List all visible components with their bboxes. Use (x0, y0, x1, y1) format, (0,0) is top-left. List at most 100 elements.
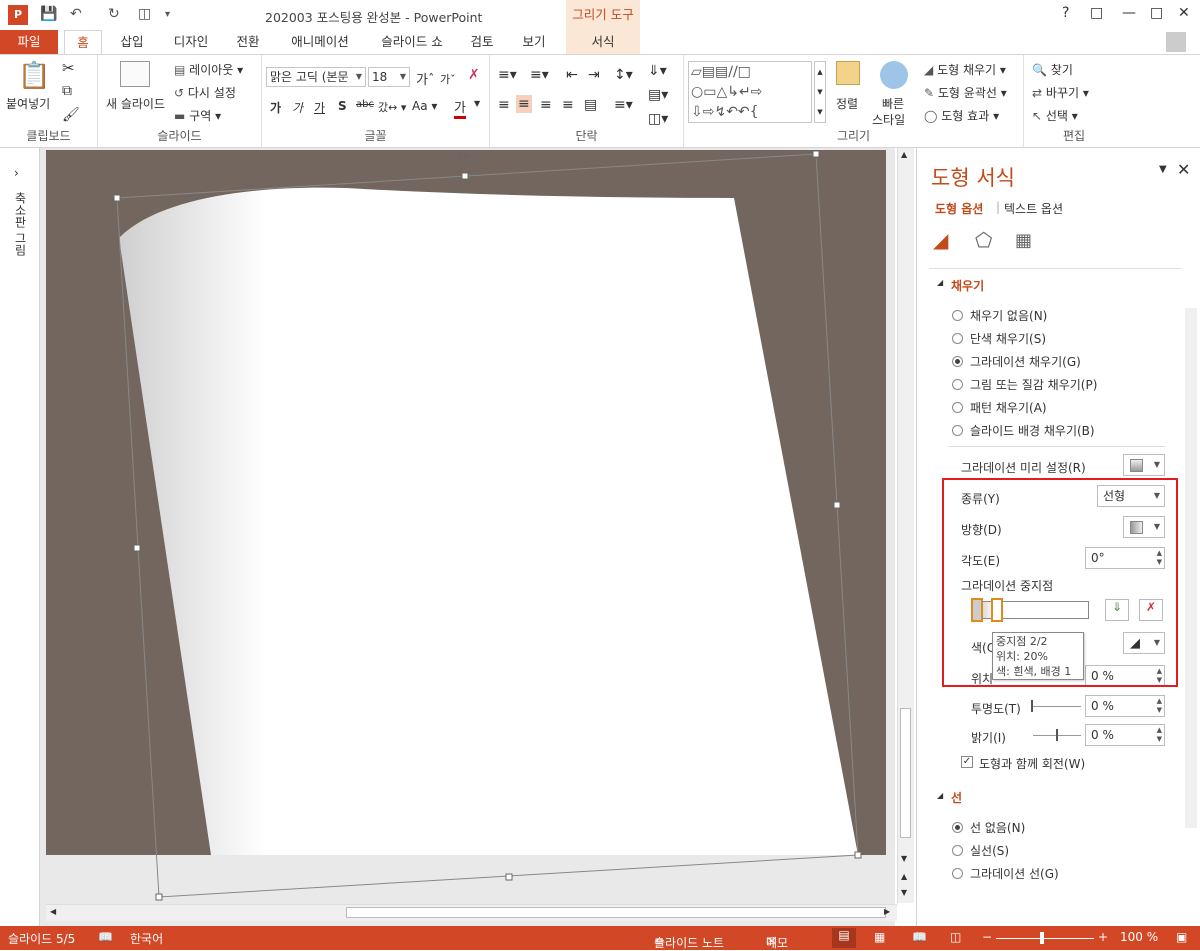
close-button[interactable]: ✕ (1178, 5, 1190, 21)
fill-line-icon[interactable]: ◢ (933, 228, 948, 252)
fill-option-none[interactable]: 채우기 없음(N) (952, 307, 1047, 324)
align-left-icon[interactable]: ≡ (498, 97, 510, 113)
size-properties-icon[interactable]: ▦ (1015, 230, 1032, 251)
next-slide-icon[interactable]: ▼ (901, 888, 907, 897)
language-indicator[interactable]: 한국어 (130, 930, 163, 947)
bullets-icon[interactable]: ≡▾ (498, 67, 517, 83)
change-case-icon[interactable]: Aa ▾ (412, 99, 437, 113)
slideshow-view-icon[interactable]: ◫ (950, 930, 961, 944)
line-option-solid[interactable]: 실선(S) (952, 842, 1009, 859)
shadow-icon[interactable]: S (338, 99, 347, 113)
chevron-right-icon[interactable]: › (14, 166, 19, 180)
reading-view-icon[interactable]: 📖 (912, 930, 927, 944)
font-size-combo[interactable]: 18 ▼ (368, 67, 410, 87)
zoom-slider[interactable] (996, 938, 1094, 939)
tab-shape-options[interactable]: 도형 옵션 (935, 200, 983, 217)
spinner-icon[interactable]: ▲ ▼ (1157, 697, 1162, 715)
zoom-level[interactable]: 100 % (1120, 930, 1158, 944)
align-center-icon[interactable]: ≡ (516, 95, 532, 113)
decrease-indent-icon[interactable]: ⇤ (566, 67, 578, 83)
minimize-button[interactable]: — (1122, 5, 1136, 21)
thumbnail-label[interactable]: 축소판 그림 (12, 192, 29, 256)
new-slide-button[interactable]: 새 슬라이드 (106, 95, 165, 112)
justify-icon[interactable]: ≡ (562, 97, 574, 113)
fill-section-header[interactable]: 채우기 (951, 277, 984, 294)
fill-option-gradient[interactable]: 그라데이션 채우기(G) (952, 353, 1081, 370)
quick-styles-button-2[interactable]: 스타일 (872, 111, 905, 128)
rotate-handle-icon[interactable]: ⟳ (458, 150, 470, 166)
shapes-gallery[interactable]: ▱▤▤∕∕□ ○▭△↳↵⇨ ⇩⇨↯↶↶{ (688, 61, 812, 123)
scroll-thumb[interactable] (900, 708, 911, 838)
tab-animations[interactable]: 애니메이션 (280, 30, 360, 54)
spelling-icon[interactable]: 📖 (98, 930, 113, 944)
tab-text-options[interactable]: 텍스트 옵션 (1004, 200, 1063, 217)
line-spacing-icon[interactable]: ↕▾ (614, 67, 633, 83)
bold-icon[interactable]: 가 (270, 99, 281, 116)
strikethrough-icon[interactable]: abc (356, 99, 374, 110)
scroll-left-icon[interactable]: ◀ (50, 907, 56, 916)
clear-format-icon[interactable]: ✗ (468, 67, 480, 83)
fill-option-solid[interactable]: 단색 채우기(S) (952, 330, 1046, 347)
transparency-slider[interactable] (1033, 706, 1081, 707)
normal-view-icon[interactable]: ▤ (832, 928, 856, 948)
effects-pentagon-icon[interactable]: ⬠ (975, 228, 992, 252)
zoom-out-icon[interactable]: − (982, 930, 992, 944)
transparency-input[interactable]: 0 % ▲ ▼ (1085, 695, 1165, 717)
undo-icon[interactable]: ↶ (70, 6, 82, 22)
scroll-right-icon[interactable]: ▶ (884, 907, 890, 916)
columns-icon[interactable]: ≡▾ (614, 97, 633, 113)
selection-frame[interactable] (100, 150, 890, 905)
align-text-icon[interactable]: ▤▾ (648, 87, 668, 103)
italic-icon[interactable]: 가 (292, 99, 303, 116)
font-color-icon[interactable]: 가 (454, 97, 466, 119)
horizontal-scrollbar[interactable]: ◀ ▶ (46, 904, 897, 921)
scroll-down-icon[interactable]: ▼ (901, 854, 907, 863)
increase-indent-icon[interactable]: ⇥ (588, 67, 600, 83)
underline-icon[interactable]: 가 (314, 99, 325, 116)
collapse-icon[interactable]: ◢ (937, 278, 943, 287)
customize-qat-icon[interactable]: ▾ (165, 9, 170, 20)
font-name-combo[interactable]: 맑은 고딕 (본문 ▼ (266, 67, 366, 87)
zoom-in-icon[interactable]: + (1098, 930, 1108, 944)
grow-font-icon[interactable]: 가ˆ (416, 69, 434, 88)
scroll-up-icon[interactable]: ▲ (901, 150, 907, 159)
avatar[interactable] (1166, 32, 1186, 52)
line-option-none[interactable]: 선 없음(N) (952, 819, 1025, 836)
tab-design[interactable]: 디자인 (166, 30, 216, 54)
prev-slide-icon[interactable]: ▲ (901, 872, 907, 881)
slide-indicator[interactable]: 슬라이드 5/5 (8, 930, 75, 947)
distributed-icon[interactable]: ▤ (584, 97, 597, 113)
tab-insert[interactable]: 삽입 (112, 30, 152, 54)
quick-styles-button[interactable]: 빠른 (882, 95, 904, 112)
tab-home[interactable]: 홈 (64, 30, 102, 54)
shapes-gallery-scroll[interactable]: ▲ ▼ ▼ (814, 61, 826, 123)
tab-file[interactable]: 파일 (0, 30, 58, 54)
text-direction-icon[interactable]: ⇓▾ (648, 63, 667, 79)
char-spacing-icon[interactable]: 갔↔ ▾ (378, 99, 406, 115)
format-painter-icon[interactable]: 🖌 (62, 107, 80, 123)
slide-sorter-icon[interactable]: ▦ (874, 930, 885, 944)
tab-slideshow[interactable]: 슬라이드 쇼 (372, 30, 452, 54)
chevron-down-icon[interactable]: ▼ (474, 99, 480, 108)
scroll-thumb[interactable] (346, 907, 886, 918)
rotate-with-shape-checkbox[interactable]: ✓ 도형과 함께 회전(W) (961, 755, 1085, 772)
copy-icon[interactable]: ⧉ (62, 83, 72, 99)
select-button[interactable]: ↖ 선택 ▾ (1032, 107, 1078, 124)
shape-fill-button[interactable]: ◢ 도형 채우기 ▾ (924, 61, 1006, 78)
start-slideshow-icon[interactable]: ◫ (138, 6, 151, 22)
pane-scrollbar[interactable] (1185, 308, 1197, 828)
smartart-icon[interactable]: ◫▾ (648, 111, 668, 127)
fill-option-picture[interactable]: 그림 또는 질감 채우기(P) (952, 376, 1097, 393)
numbering-icon[interactable]: ≡▾ (530, 67, 549, 83)
fill-option-pattern[interactable]: 패턴 채우기(A) (952, 399, 1047, 416)
fit-slide-icon[interactable]: ▣ (1176, 930, 1187, 944)
close-icon[interactable]: ✕ (1177, 160, 1190, 179)
cut-icon[interactable]: ✂ (62, 59, 75, 77)
replace-button[interactable]: ⇄ 바꾸기 ▾ (1032, 84, 1089, 101)
line-section-header[interactable]: 선 (951, 789, 962, 806)
shrink-font-icon[interactable]: 가ˇ (440, 71, 456, 87)
align-right-icon[interactable]: ≡ (540, 97, 552, 113)
brightness-input[interactable]: 0 % ▲ ▼ (1085, 724, 1165, 746)
collapse-icon[interactable]: ◢ (937, 791, 943, 800)
ribbon-display-icon[interactable]: □ (1090, 5, 1103, 21)
